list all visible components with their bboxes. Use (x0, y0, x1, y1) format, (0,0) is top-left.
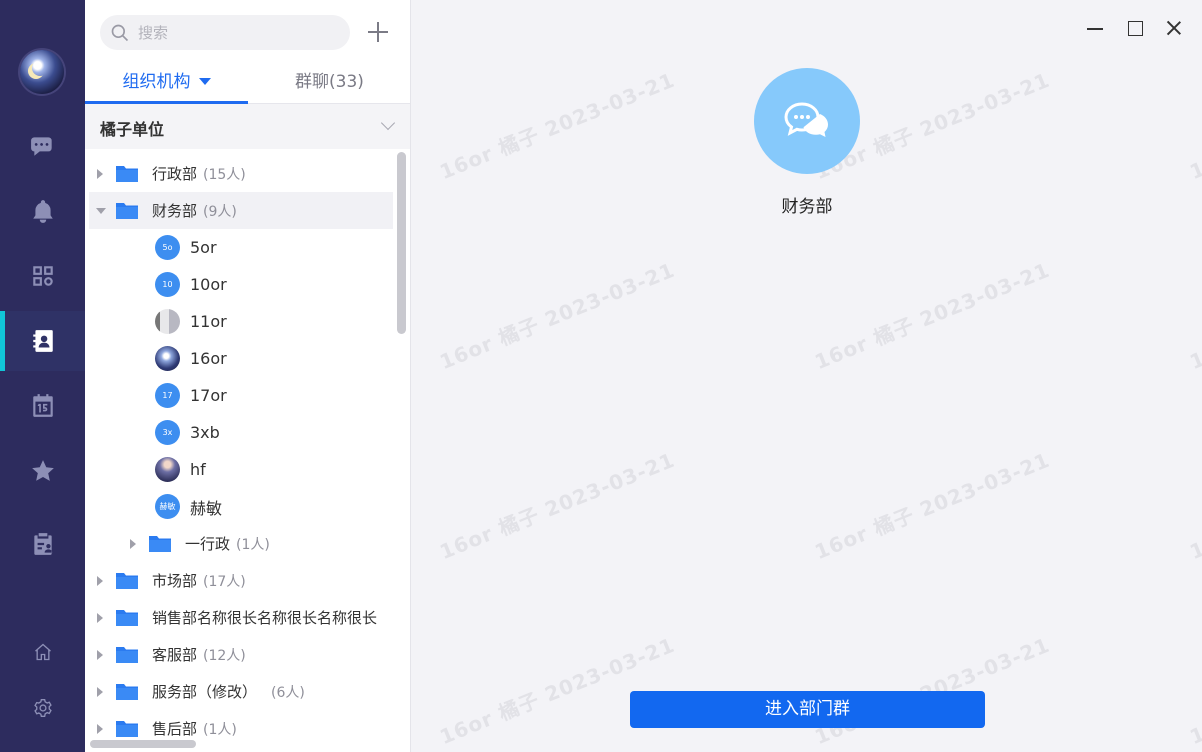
settings-gear-icon[interactable] (0, 678, 85, 738)
folder-icon (116, 720, 138, 737)
member-row[interactable]: 10 10or (85, 266, 397, 303)
member-avatar: 赫敏 (155, 494, 180, 519)
member-avatar: 3x (155, 420, 180, 445)
watermark: 16or 橘子 2023-03-21 (1186, 68, 1202, 185)
member-row[interactable]: 11or (85, 303, 397, 340)
member-avatar (155, 457, 180, 482)
expand-arrow-icon[interactable] (97, 723, 103, 734)
member-avatar: 17 (155, 383, 180, 408)
close-icon[interactable] (1164, 18, 1184, 38)
sidebar-rail (0, 0, 85, 752)
tab-group-chats[interactable]: 群聊(33) (248, 66, 410, 102)
watermark: 16or 橘子 2023-03-21 (1186, 258, 1202, 375)
member-avatar (155, 309, 180, 334)
member-avatar: 5o (155, 235, 180, 260)
member-row[interactable]: 17 17or (85, 377, 397, 414)
tab-organization[interactable]: 组织机构 (85, 66, 248, 104)
search-icon (111, 24, 129, 42)
chevron-down-icon (380, 115, 396, 131)
watermark: 16or 橘子 2023-03-21 (811, 447, 1054, 565)
bell-icon[interactable] (0, 181, 85, 241)
folder-icon (116, 165, 138, 182)
dept-row[interactable]: 市场部 (17人) (85, 562, 397, 599)
watermark: 16or 橘子 2023-03-21 (1186, 633, 1202, 750)
subdept-row[interactable]: 一行政 (1人) (85, 525, 397, 562)
member-avatar: 10 (155, 272, 180, 297)
folder-icon (116, 646, 138, 663)
member-row[interactable]: hf (85, 451, 397, 488)
member-row[interactable]: 3x 3xb (85, 414, 397, 451)
folder-icon (116, 572, 138, 589)
watermark: 16or 橘子 2023-03-21 (436, 257, 679, 375)
folder-icon (149, 535, 171, 552)
folder-icon (116, 202, 138, 219)
contacts-panel: 组织机构 群聊(33) 橘子单位 行政部(15人) 财务部(9人) 5o5or … (85, 0, 411, 752)
folder-icon (116, 609, 138, 626)
group-name: 财务部 (781, 197, 833, 217)
expand-arrow-icon[interactable] (97, 168, 103, 179)
apps-grid-icon[interactable] (0, 246, 85, 306)
maximize-icon[interactable] (1125, 18, 1145, 38)
horizontal-scrollbar[interactable] (90, 740, 196, 748)
minimize-icon[interactable] (1085, 18, 1105, 38)
star-icon[interactable] (0, 441, 85, 501)
expand-arrow-icon[interactable] (97, 575, 103, 586)
dept-row[interactable]: 行政部 (15人) (85, 155, 397, 192)
watermark: 16or 橘子 2023-03-21 (1186, 448, 1202, 565)
chat-icon[interactable] (0, 116, 85, 176)
contacts-icon[interactable] (0, 311, 85, 371)
watermark: 16or 橘子 2023-03-21 (811, 632, 1054, 749)
org-header[interactable]: 橘子单位 (85, 104, 410, 149)
member-row[interactable]: 16or (85, 340, 397, 377)
search-input[interactable] (138, 15, 338, 50)
user-avatar[interactable] (20, 50, 64, 94)
calendar-icon[interactable] (0, 376, 85, 436)
enter-department-group-button[interactable]: 进入部门群 (630, 691, 985, 728)
collapse-arrow-icon[interactable] (96, 207, 106, 214)
vertical-scrollbar[interactable] (397, 152, 406, 334)
member-avatar (155, 346, 180, 371)
home-icon[interactable] (0, 622, 85, 682)
dept-row[interactable]: 客服部 (12人) (85, 636, 397, 673)
folder-icon (116, 683, 138, 700)
dept-row[interactable]: 服务部（修改） (6人) (85, 673, 397, 710)
chat-bubbles-icon (784, 102, 828, 137)
tab-bar: 组织机构 群聊(33) (85, 66, 410, 104)
clipboard-user-icon[interactable] (0, 514, 85, 574)
group-avatar (754, 68, 860, 174)
org-title: 橘子单位 (100, 120, 165, 139)
member-row[interactable]: 赫敏 赫敏 (85, 488, 397, 525)
expand-arrow-icon[interactable] (97, 612, 103, 623)
watermark: 16or 橘子 2023-03-21 (436, 632, 679, 750)
expand-arrow-icon[interactable] (130, 538, 136, 549)
main-detail: 16or 橘子 2023-03-21 16or 橘子 2023-03-21 16… (411, 0, 1202, 752)
expand-arrow-icon[interactable] (97, 686, 103, 697)
org-tree: 行政部 (15人) 财务部 (9人) 5o 5or 10 10or 11or 16or … (85, 155, 397, 747)
member-row[interactable]: 5o 5or (85, 229, 397, 266)
watermark: 16or 橘子 2023-03-21 (436, 67, 679, 185)
watermark: 16or 橘子 2023-03-21 (436, 447, 679, 565)
expand-arrow-icon[interactable] (97, 649, 103, 660)
watermark: 16or 橘子 2023-03-21 (811, 257, 1054, 375)
add-button[interactable] (366, 20, 390, 44)
search-box[interactable] (100, 15, 350, 50)
dept-row[interactable]: 销售部名称很长名称很长名称很长 (85, 599, 397, 636)
dept-row-selected[interactable]: 财务部 (9人) (89, 192, 393, 229)
caret-down-icon (198, 78, 211, 85)
